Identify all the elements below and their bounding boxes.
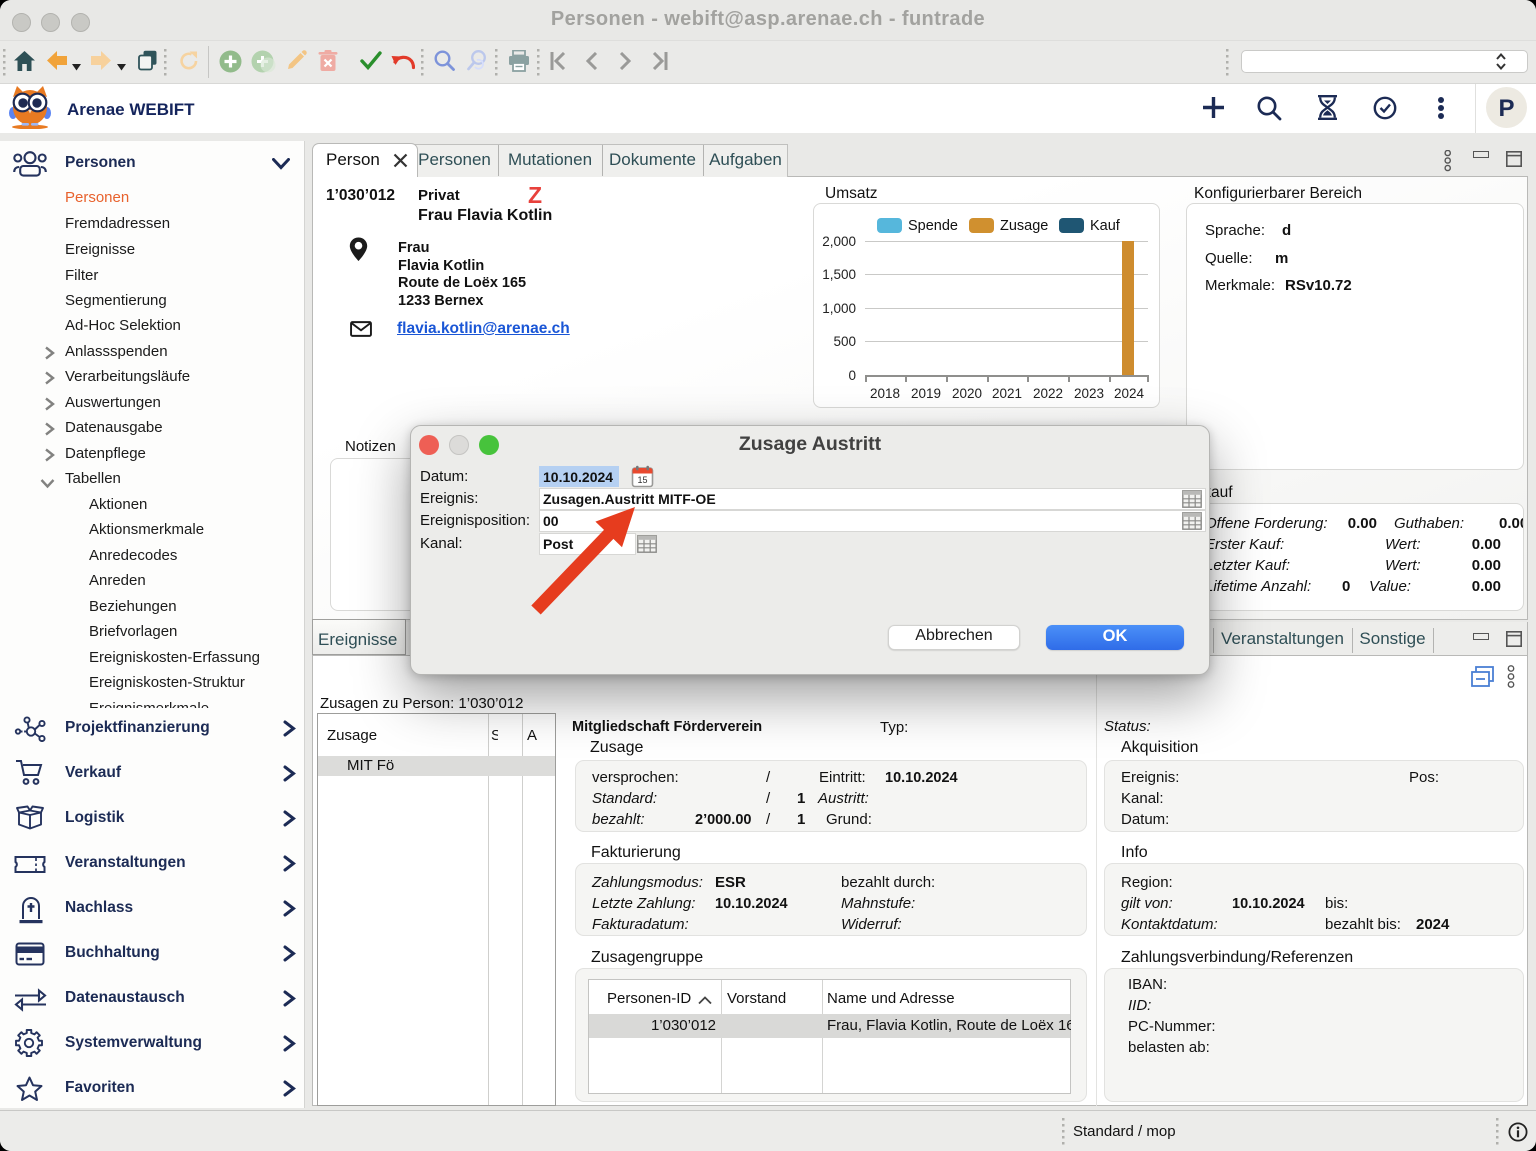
svg-text:15: 15: [637, 475, 647, 485]
